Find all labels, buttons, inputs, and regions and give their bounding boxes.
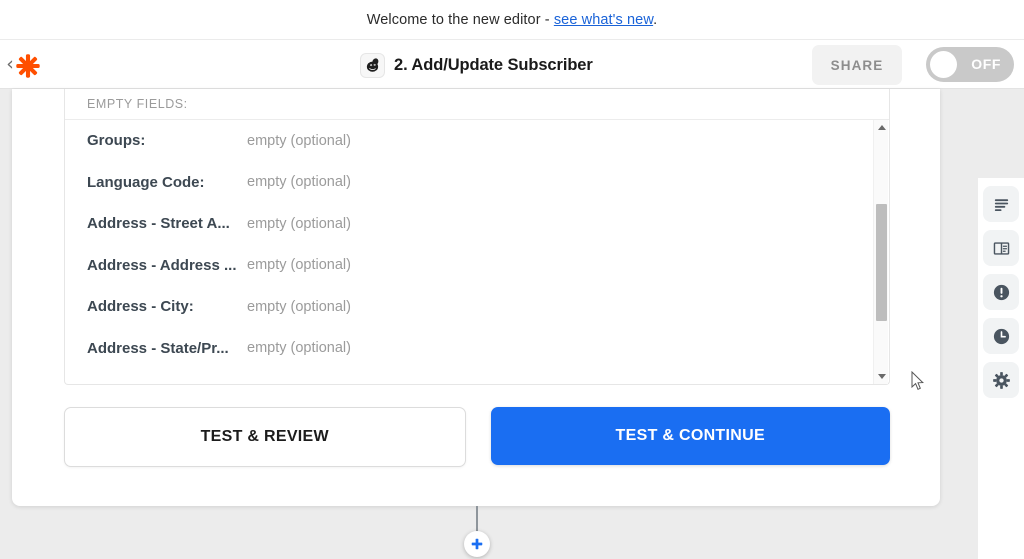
test-and-review-button[interactable]: TEST & REVIEW — [64, 407, 466, 467]
fields-scrollbar[interactable] — [873, 120, 888, 384]
exclamation-circle-icon — [993, 284, 1009, 300]
sidebar-item-docs[interactable] — [983, 230, 1019, 266]
editor-canvas: EMPTY FIELDS: Groups: empty (optional) L… — [0, 89, 1024, 559]
toggle-knob — [930, 51, 957, 78]
clock-icon — [993, 328, 1009, 344]
banner-text-before: Welcome to the new editor - — [366, 11, 554, 28]
empty-fields-header: EMPTY FIELDS: — [65, 89, 889, 120]
scrollbar-thumb[interactable] — [876, 204, 887, 321]
empty-fields-panel: EMPTY FIELDS: Groups: empty (optional) L… — [64, 89, 890, 385]
banner-text-after: . — [653, 11, 658, 28]
field-value: empty (optional) — [247, 257, 351, 274]
field-label: Address - Address ... — [87, 256, 237, 274]
open-book-icon — [993, 241, 1009, 255]
sidebar-item-issues[interactable] — [983, 274, 1019, 310]
editor-header: ‹ 2. Add/Update Subscriber SHARE OFF — [0, 40, 1024, 89]
scroll-down-arrow-icon[interactable] — [874, 370, 889, 383]
field-label: Language Code: — [87, 173, 205, 191]
new-editor-banner: Welcome to the new editor - see what's n… — [0, 0, 1024, 40]
add-step-button[interactable] — [464, 531, 490, 557]
field-value: empty (optional) — [247, 132, 351, 149]
test-and-continue-button[interactable]: TEST & CONTINUE — [490, 407, 890, 465]
sidebar-item-history[interactable] — [983, 318, 1019, 354]
field-label: Address - Street A... — [87, 215, 230, 233]
field-value: empty (optional) — [247, 298, 351, 315]
empty-fields-label: EMPTY FIELDS: — [87, 97, 188, 111]
page-title: 2. Add/Update Subscriber — [394, 55, 593, 74]
zapier-logo-icon[interactable] — [15, 53, 41, 79]
empty-fields-list: Groups: empty (optional) Language Code: … — [65, 120, 889, 384]
scroll-up-arrow-icon[interactable] — [874, 121, 889, 134]
field-label: Groups: — [87, 132, 146, 150]
field-row: Address - State/Pr... empty (optional) — [65, 328, 889, 370]
field-row: Groups: empty (optional) — [65, 120, 889, 162]
text-lines-icon — [994, 198, 1008, 211]
field-row: Address - Street A... empty (optional) — [65, 203, 889, 245]
toggle-state-label: OFF — [971, 56, 1001, 72]
see-whats-new-link[interactable]: see what's new — [554, 12, 653, 28]
step-card: EMPTY FIELDS: Groups: empty (optional) L… — [12, 89, 940, 506]
right-sidebar — [978, 178, 1024, 559]
mailchimp-icon — [360, 52, 385, 78]
field-label: Address - City: — [87, 298, 194, 316]
zap-on-off-toggle[interactable]: OFF — [926, 47, 1014, 82]
field-row: Language Code: empty (optional) — [65, 162, 889, 204]
share-button[interactable]: SHARE — [812, 45, 902, 85]
banner-message: Welcome to the new editor - see what's n… — [367, 12, 658, 28]
sidebar-item-settings[interactable] — [983, 362, 1019, 398]
field-row: Address - Address ... empty (optional) — [65, 245, 889, 287]
field-value: empty (optional) — [247, 215, 351, 232]
step-actions: TEST & REVIEW TEST & CONTINUE — [64, 407, 890, 467]
step-title-group: 2. Add/Update Subscriber — [360, 51, 593, 79]
field-value: empty (optional) — [247, 174, 351, 191]
zapier-editor-window: Welcome to the new editor - see what's n… — [0, 0, 1024, 559]
field-value: empty (optional) — [247, 340, 351, 357]
plus-icon — [471, 538, 483, 550]
sidebar-item-notes[interactable] — [983, 186, 1019, 222]
field-row: Address - City: empty (optional) — [65, 286, 889, 328]
gear-icon — [992, 371, 1010, 389]
field-label: Address - State/Pr... — [87, 339, 229, 357]
